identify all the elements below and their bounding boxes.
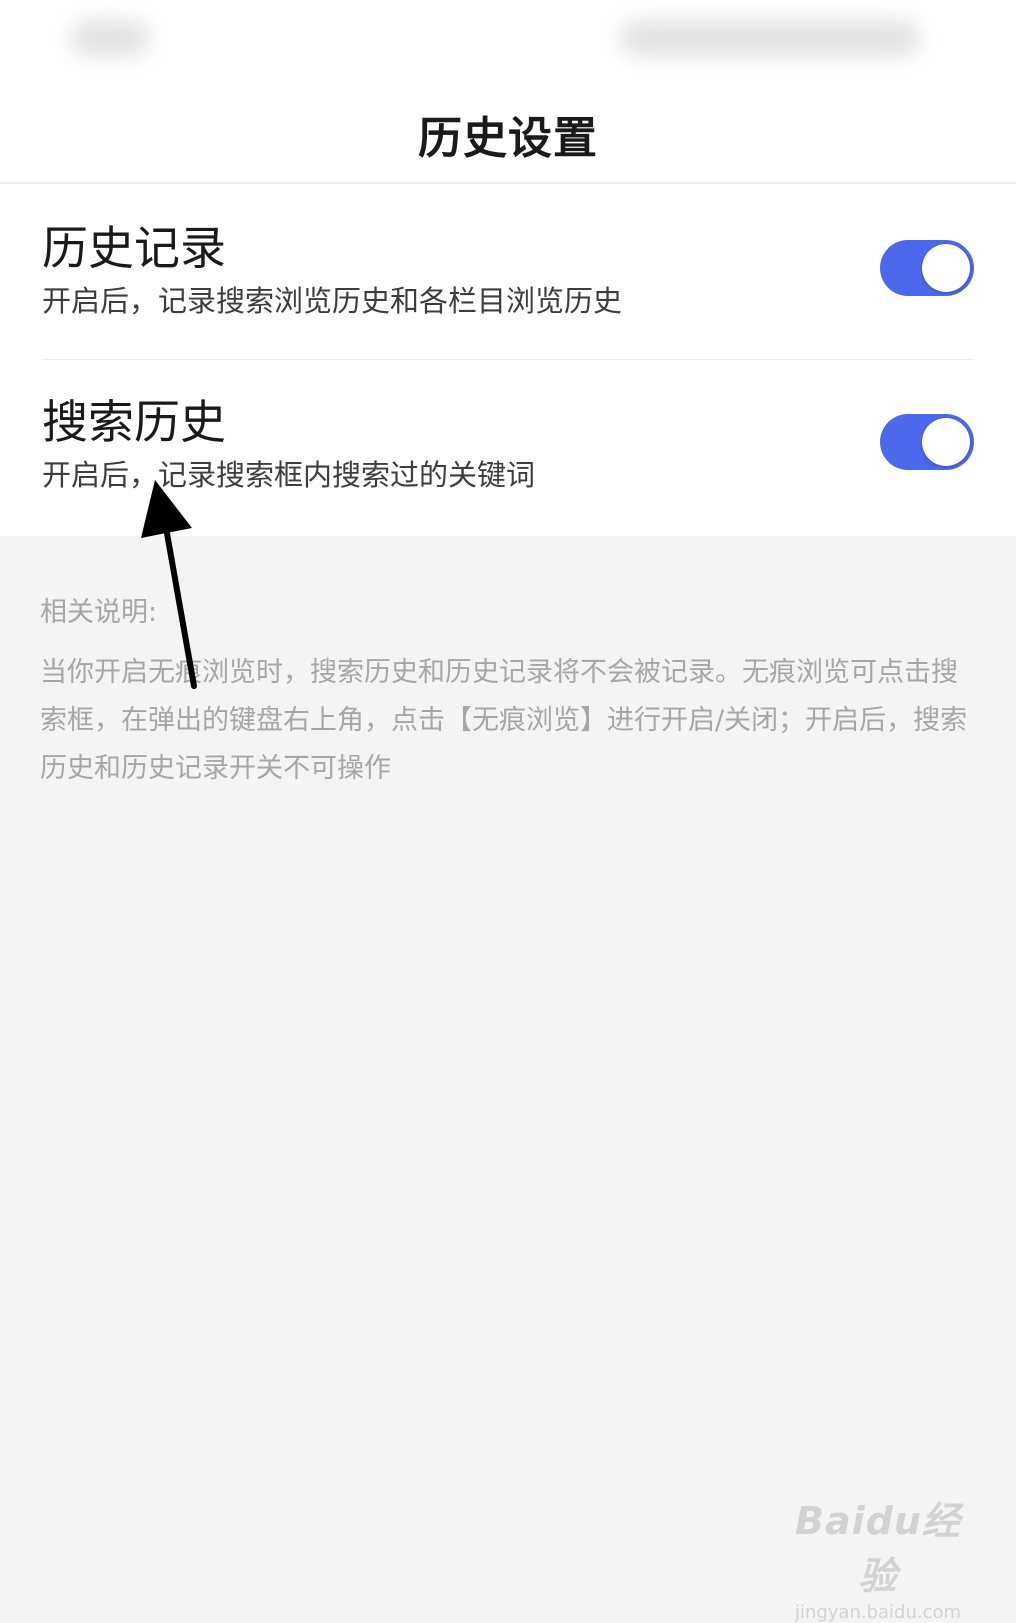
notes-heading: 相关说明: [40, 597, 158, 628]
status-bar [0, 0, 1016, 80]
setting-title: 历史记录 [42, 221, 226, 275]
toggle-knob [922, 418, 970, 466]
search-history-toggle[interactable] [880, 414, 974, 470]
nav-bar: 历史设置 [0, 80, 1016, 184]
page-title: 历史设置 [418, 113, 598, 164]
watermark: Baidu经验 jingyan.baidu.com [778, 1490, 978, 1623]
setting-title: 搜索历史 [42, 395, 226, 449]
setting-row-history-record: 历史记录 开启后，记录搜索浏览历史和各栏目浏览历史 [0, 184, 1016, 360]
settings-list: 历史记录 开启后，记录搜索浏览历史和各栏目浏览历史 搜索历史 开启后，记录搜索框… [0, 184, 1016, 536]
watermark-logo: Baidu经验 [795, 1499, 961, 1598]
status-time-blur [70, 20, 150, 56]
notes-text: 当你开启无痕浏览时，搜索历史和历史记录将不会被记录。无痕浏览可点击搜索框，在弹出… [40, 657, 968, 784]
setting-description: 开启后，记录搜索框内搜索过的关键词 [42, 458, 536, 492]
toggle-knob [922, 244, 970, 292]
watermark-url: jingyan.baidu.com [794, 1602, 962, 1623]
setting-description: 开启后，记录搜索浏览历史和各栏目浏览历史 [42, 284, 623, 318]
history-record-toggle[interactable] [880, 240, 974, 296]
setting-row-search-history: 搜索历史 开启后，记录搜索框内搜索过的关键词 [0, 360, 1016, 536]
status-icons-blur [620, 20, 920, 56]
